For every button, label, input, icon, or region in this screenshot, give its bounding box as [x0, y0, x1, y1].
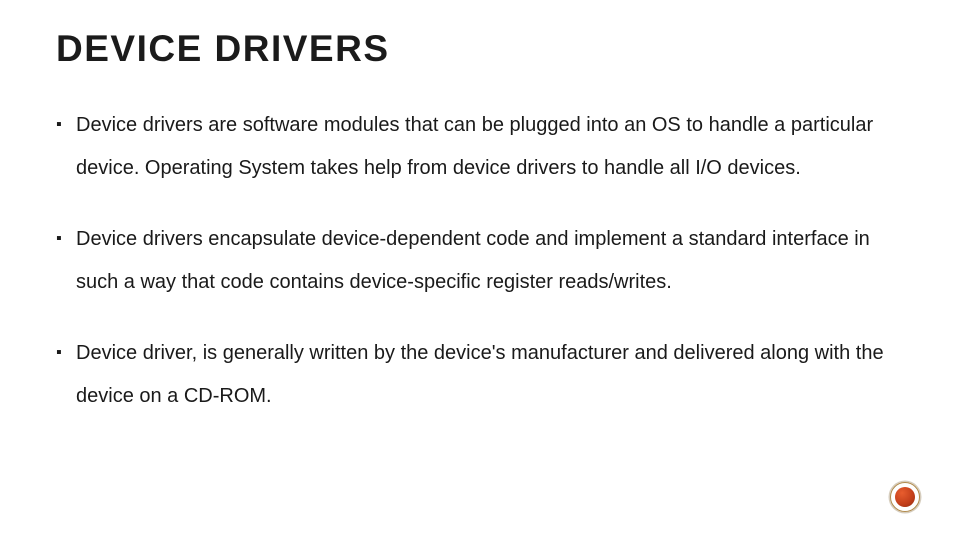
bullet-text: Device drivers are software modules that… [76, 114, 873, 179]
slide-title: DEVICE DRIVERS [56, 28, 904, 70]
bullet-list: Device drivers are software modules that… [56, 104, 904, 418]
list-item: Device drivers are software modules that… [56, 104, 904, 190]
decorative-circle-icon [890, 482, 920, 512]
list-item: Device driver, is generally written by t… [56, 332, 904, 418]
list-item: Device drivers encapsulate device-depend… [56, 218, 904, 304]
slide: DEVICE DRIVERS Device drivers are softwa… [0, 0, 960, 540]
bullet-text: Device drivers encapsulate device-depend… [76, 228, 870, 293]
bullet-text: Device driver, is generally written by t… [76, 342, 884, 407]
